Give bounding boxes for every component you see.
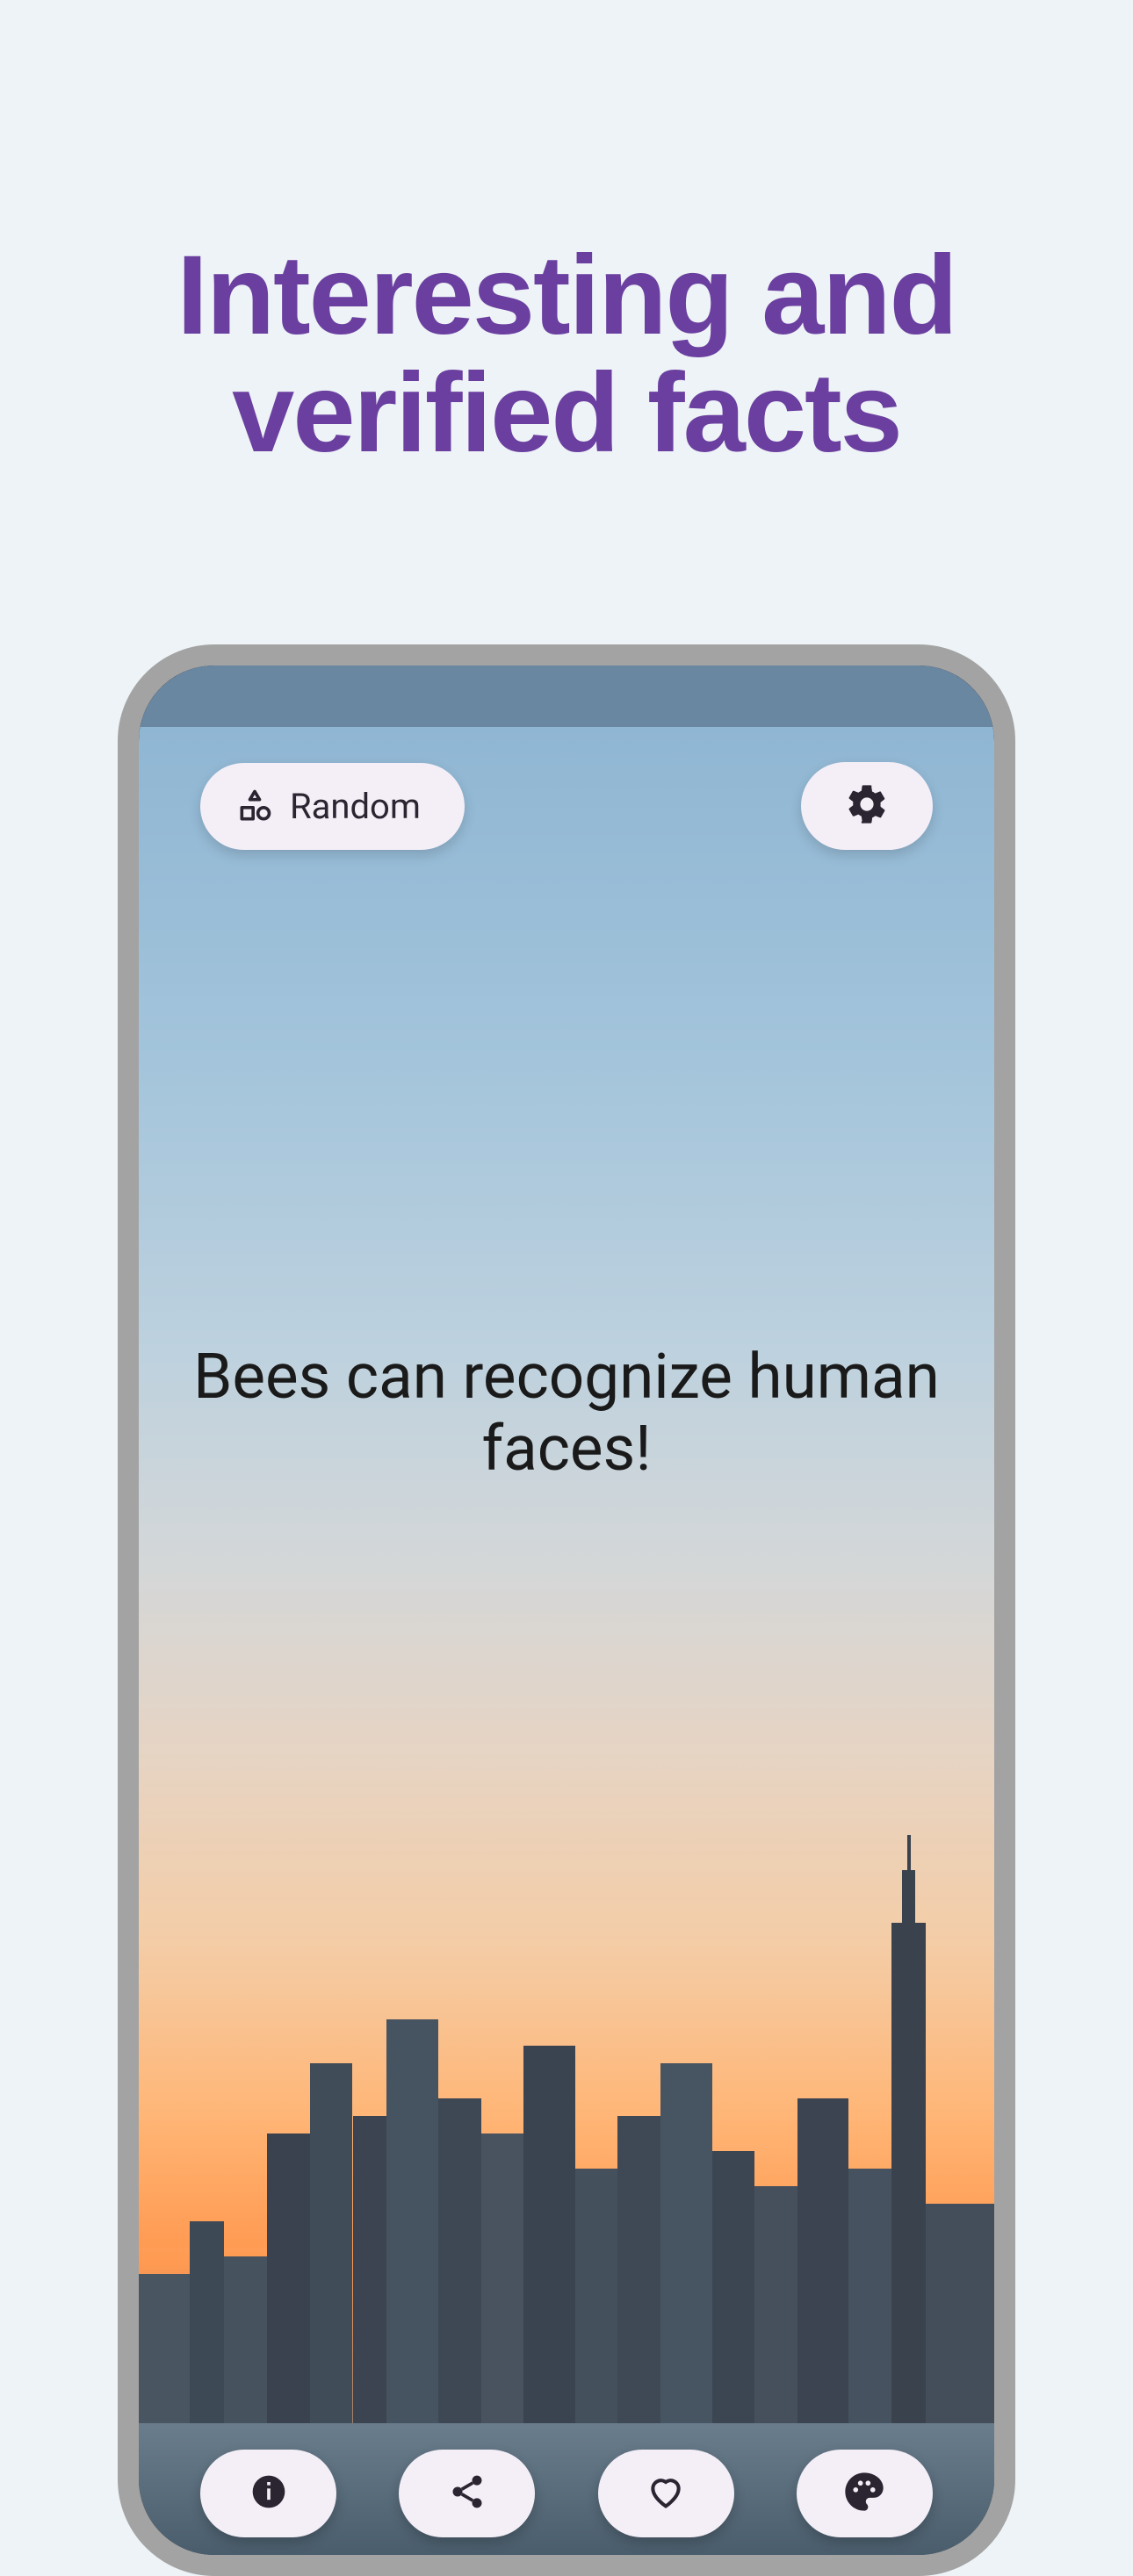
heart-icon	[646, 2472, 685, 2515]
settings-button[interactable]	[801, 762, 933, 850]
share-button[interactable]	[399, 2450, 535, 2537]
palette-icon	[841, 2469, 887, 2518]
marketing-headline: Interesting and verified facts	[0, 237, 1133, 473]
favorite-button[interactable]	[598, 2450, 734, 2537]
fact-text: Bees can recognize human faces!	[191, 1342, 942, 1485]
phone-frame: Random Bees can recognize human faces!	[118, 644, 1015, 2576]
headline-line-1: Interesting and	[177, 233, 956, 358]
share-icon	[448, 2472, 487, 2515]
bottom-actions	[200, 2450, 933, 2537]
random-label: Random	[290, 786, 421, 827]
info-icon	[249, 2472, 288, 2515]
app-screen: Random Bees can recognize human faces!	[139, 727, 994, 2555]
top-controls: Random	[200, 762, 933, 850]
random-button[interactable]: Random	[200, 763, 465, 850]
category-icon	[235, 787, 274, 825]
palette-button[interactable]	[797, 2450, 933, 2537]
status-bar	[139, 666, 994, 727]
gear-icon	[844, 781, 890, 831]
headline-line-2: verified facts	[232, 350, 901, 476]
info-button[interactable]	[200, 2450, 336, 2537]
